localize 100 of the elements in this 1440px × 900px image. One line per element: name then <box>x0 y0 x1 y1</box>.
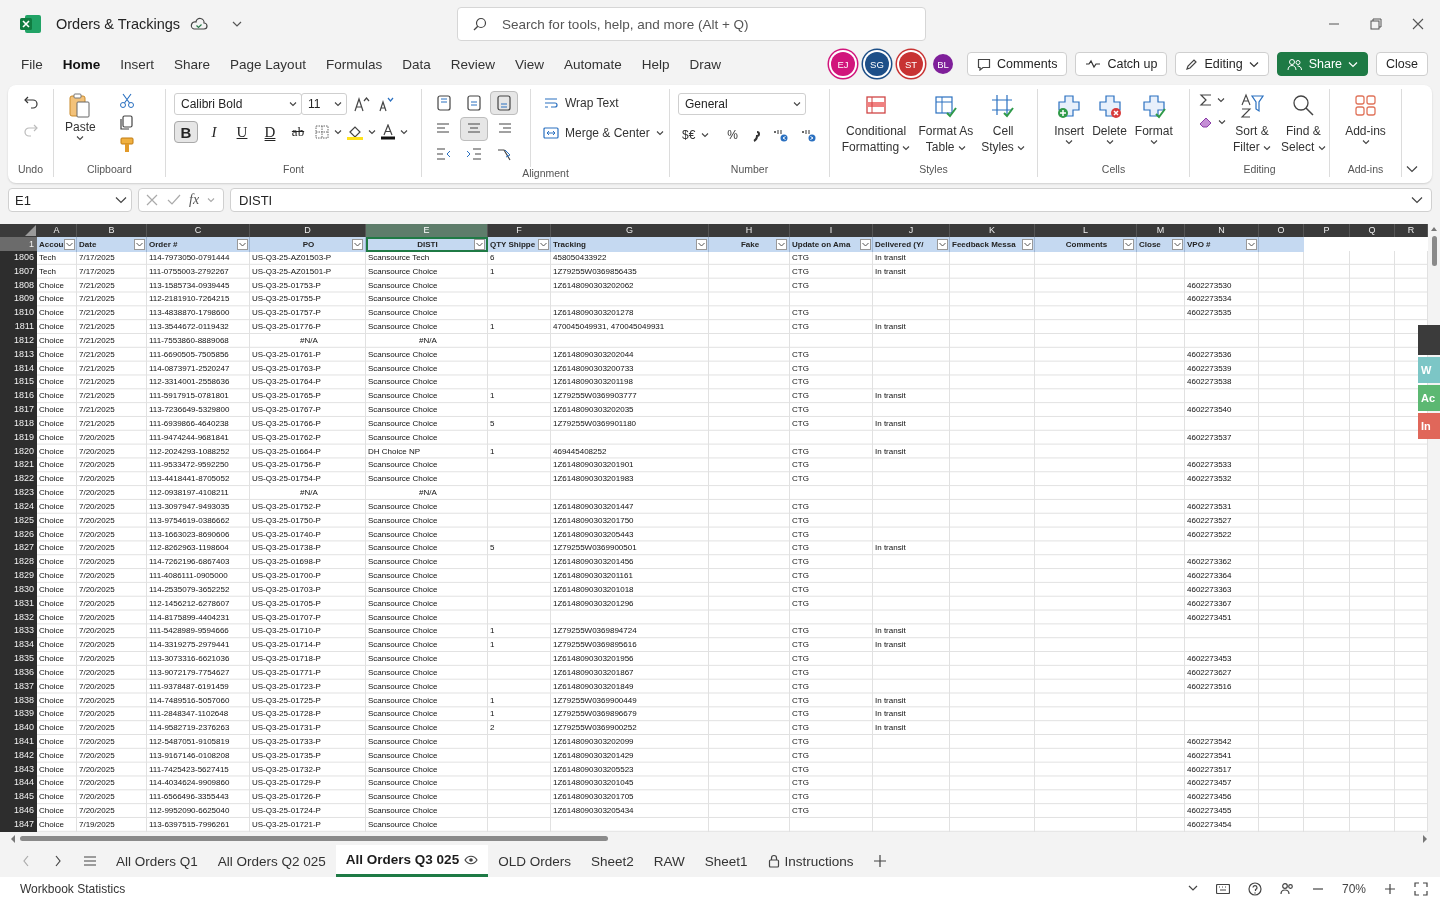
close-button[interactable]: Close <box>1376 52 1428 76</box>
keyboard-icon[interactable] <box>1215 883 1230 894</box>
sheet-tab[interactable]: RAW <box>643 845 695 877</box>
add-icon[interactable] <box>873 855 886 867</box>
sheet-tab[interactable]: OLD Orders <box>488 845 581 877</box>
comments-button[interactable]: Comments <box>966 52 1068 76</box>
sheet-tab[interactable]: All Orders Q1 <box>106 845 208 877</box>
comma-style-icon[interactable] <box>752 128 763 142</box>
filter-button[interactable] <box>1172 239 1183 250</box>
fill-color-icon[interactable] <box>346 124 364 140</box>
status-text[interactable]: Workbook Statistics <box>20 881 126 896</box>
insert-function-button[interactable]: fx <box>189 192 200 208</box>
chevron-right-icon[interactable] <box>54 855 62 867</box>
eraser-icon[interactable] <box>1198 115 1214 129</box>
paint-brush-icon[interactable] <box>118 137 135 153</box>
menu-tab[interactable]: Help <box>631 48 680 80</box>
check-icon[interactable] <box>167 193 181 207</box>
column-letter[interactable]: P <box>1304 224 1350 237</box>
zoom-in-icon[interactable] <box>1384 882 1396 895</box>
paste-button[interactable]: Paste <box>62 89 99 163</box>
borders-icon[interactable] <box>314 124 330 140</box>
font-style-button[interactable]: D <box>258 121 282 143</box>
avatar[interactable]: BL <box>932 54 953 74</box>
formula-input[interactable]: DISTI <box>230 188 1432 212</box>
close-icon[interactable] <box>1412 18 1424 30</box>
add-ins-button[interactable]: Add-ins <box>1342 89 1389 163</box>
currency-button[interactable]: $€ <box>678 125 714 145</box>
menu-tab[interactable]: Share <box>164 48 221 80</box>
row-number[interactable]: 1846 <box>0 804 37 819</box>
cancel-icon[interactable] <box>145 193 159 207</box>
filter-button[interactable] <box>1246 239 1257 250</box>
sheet-tab[interactable]: Sheet2 <box>580 845 644 877</box>
avatar[interactable]: SG <box>864 52 889 76</box>
format-as-table-button[interactable]: Format As Table <box>915 89 977 163</box>
increase-font-size-icon[interactable] <box>353 96 371 112</box>
filter-button[interactable] <box>1022 239 1033 250</box>
font-style-button[interactable]: U <box>230 121 254 143</box>
font-style-button[interactable]: ab <box>286 121 310 143</box>
row-number[interactable]: 1835 <box>0 652 37 667</box>
delete-button[interactable]: Delete <box>1089 89 1130 163</box>
avatar[interactable]: EJ <box>830 52 855 76</box>
filter-button[interactable] <box>237 239 248 250</box>
sheet-tab[interactable]: Instructions <box>757 845 864 877</box>
percent-button[interactable]: % <box>723 125 743 145</box>
decrease-font-size-icon[interactable] <box>377 96 395 112</box>
row-number[interactable]: 1823 <box>0 486 37 501</box>
menu-icon[interactable] <box>83 855 97 867</box>
filter-button[interactable] <box>1123 239 1134 250</box>
filter-button[interactable] <box>134 239 145 250</box>
menu-tab[interactable]: Automate <box>554 48 632 80</box>
font-size-dropdown[interactable]: 11 <box>301 93 347 115</box>
row-number[interactable]: 1811 <box>0 320 37 335</box>
align-bottom-icon[interactable] <box>495 94 513 112</box>
menu-tab[interactable]: Formulas <box>315 48 393 80</box>
sheet-tab[interactable]: All Orders Q3 025 <box>335 845 489 877</box>
autosum-icon[interactable] <box>1199 93 1213 107</box>
filter-button[interactable] <box>696 239 707 250</box>
chevron-down-icon[interactable] <box>1187 885 1198 892</box>
font-style-button[interactable]: B <box>174 121 198 143</box>
menu-tab[interactable]: Page Layout <box>220 48 316 80</box>
chevron-down-icon[interactable] <box>1411 196 1423 204</box>
align-top-icon[interactable] <box>435 94 453 112</box>
font-color-icon[interactable] <box>380 124 396 140</box>
scissors-icon[interactable] <box>118 93 135 109</box>
chevron-left-icon[interactable] <box>22 855 30 867</box>
menu-tab[interactable]: Review <box>440 48 505 80</box>
row-number[interactable]: 1817 <box>0 403 37 418</box>
zoom-level[interactable]: 70% <box>1341 881 1366 896</box>
search-field[interactable]: Search for tools, help, and more (Alt + Q) <box>457 7 927 41</box>
filter-button[interactable] <box>64 239 75 250</box>
chevron-down-icon[interactable] <box>232 20 243 28</box>
filter-button[interactable] <box>937 239 948 250</box>
menu-tab[interactable]: Data <box>392 48 441 80</box>
filter-button[interactable] <box>352 239 363 250</box>
wrap-text-button[interactable]: Wrap Text <box>539 93 623 113</box>
conditional-formatting-button[interactable]: Conditional Formatting <box>838 89 914 163</box>
filter-button[interactable] <box>538 239 549 250</box>
scrollbar-thumb[interactable] <box>1431 236 1437 266</box>
people-icon[interactable] <box>1279 881 1294 896</box>
format-button[interactable]: Format <box>1131 89 1176 163</box>
column-letter[interactable]: E <box>366 224 488 237</box>
scroll-right-icon[interactable] <box>1422 834 1428 843</box>
catchup-button[interactable]: Catch up <box>1075 52 1168 76</box>
scroll-up-icon[interactable] <box>1430 226 1438 232</box>
font-name-dropdown[interactable]: Calibri Bold <box>174 93 302 115</box>
sort-filter-button[interactable]: Sort & Filter <box>1230 89 1274 163</box>
row-number[interactable]: 1840 <box>0 721 37 736</box>
find-select-button[interactable]: Find & Select <box>1278 89 1329 163</box>
copy-icon[interactable] <box>118 115 135 131</box>
insert-button[interactable]: Insert <box>1051 89 1088 163</box>
align-middle-icon[interactable] <box>465 94 483 112</box>
restore-icon[interactable] <box>1370 18 1382 30</box>
menu-tab[interactable]: Home <box>52 48 111 80</box>
row-number[interactable]: 1829 <box>0 569 37 584</box>
scrollbar-thumb[interactable] <box>20 836 608 841</box>
share-button[interactable]: Share <box>1276 52 1369 76</box>
number-format-dropdown[interactable]: General <box>678 93 806 115</box>
scroll-left-icon[interactable] <box>10 834 16 843</box>
avatar[interactable]: ST <box>898 52 923 76</box>
filter-button[interactable] <box>860 239 871 250</box>
